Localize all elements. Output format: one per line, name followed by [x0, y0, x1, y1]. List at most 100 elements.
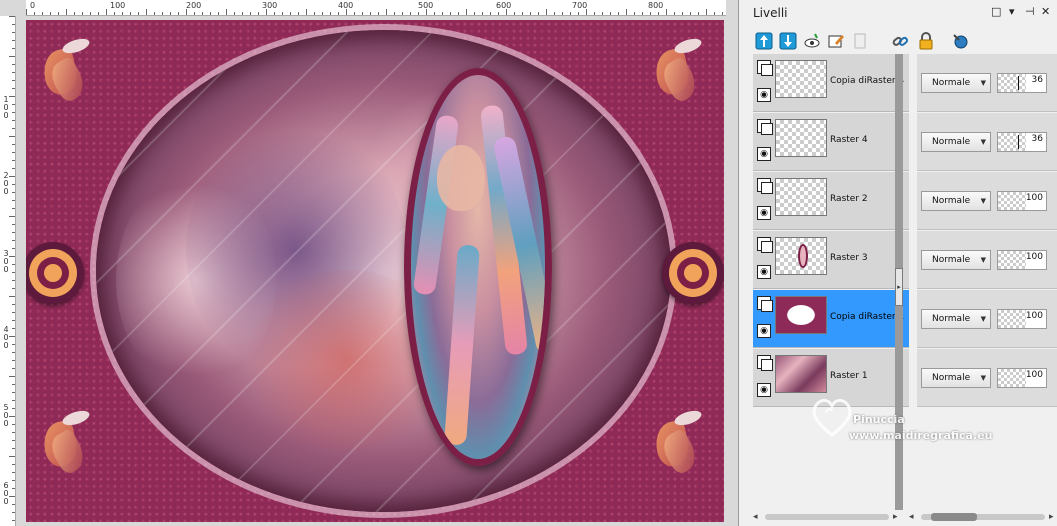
- canvas-area[interactable]: 0 100 200 300 400 500 600 700 800 1 0 02 0 03 0 …: [0, 0, 738, 526]
- blend-mode-select[interactable]: Normale ▼: [921, 309, 991, 329]
- layer-row-header[interactable]: ◉ Copia diRaster 1: [753, 290, 909, 348]
- chevron-down-icon[interactable]: ▼: [981, 192, 986, 210]
- opacity-slider-handle[interactable]: [1018, 76, 1019, 90]
- scrollbar-thumb[interactable]: [931, 513, 977, 521]
- blend-mode-select[interactable]: Normale ▼: [921, 368, 991, 388]
- opacity-slider[interactable]: 36: [997, 73, 1047, 93]
- float-panel-button[interactable]: □: [991, 6, 1001, 18]
- ruler-tick: [12, 48, 15, 49]
- layer-row[interactable]: ◉ Raster 4 Normale ▼ 36: [753, 113, 1057, 172]
- layer-thumbnail[interactable]: [775, 60, 827, 98]
- layer-row[interactable]: ◉ Copia diRaster 1 Normale ▼ 100: [753, 290, 1057, 349]
- splitter-handle[interactable]: ▸: [895, 268, 903, 306]
- opacity-slider[interactable]: 100: [997, 309, 1047, 329]
- blend-mode-select[interactable]: Normale ▼: [921, 191, 991, 211]
- disabled-layer-icon[interactable]: [849, 30, 871, 52]
- edit-layer-icon[interactable]: [825, 30, 847, 52]
- layer-row[interactable]: ◉ Copia diRaster 4 Normale ▼ 36: [753, 54, 1057, 113]
- visibility-eye-icon[interactable]: ◉: [757, 147, 771, 161]
- view-layer-icon[interactable]: [801, 30, 823, 52]
- ruler-tick: [74, 12, 75, 15]
- layer-thumbnail[interactable]: [775, 119, 827, 157]
- layer-row-header[interactable]: ◉ Copia diRaster 4: [753, 54, 909, 112]
- layer-name[interactable]: Raster 1: [830, 371, 868, 381]
- layer-up-icon[interactable]: [753, 30, 775, 52]
- layer-thumbnail[interactable]: [775, 178, 827, 216]
- blend-mode-value: Normale: [932, 255, 971, 265]
- opacity-slider[interactable]: 36: [997, 132, 1047, 152]
- pin-panel-button[interactable]: ⊣: [1025, 6, 1035, 18]
- ruler-tick: [298, 12, 299, 15]
- layer-properties-icon[interactable]: [949, 30, 971, 52]
- scroll-left-arrow-icon[interactable]: ◂: [909, 510, 914, 524]
- scrollbar-track[interactable]: [765, 514, 889, 520]
- close-panel-button[interactable]: ✕: [1041, 6, 1050, 18]
- blend-mode-select[interactable]: Normale ▼: [921, 132, 991, 152]
- layer-thumbnail[interactable]: [775, 355, 827, 393]
- ruler-tick: [698, 12, 699, 15]
- scroll-right-arrow-icon[interactable]: ▸: [893, 510, 898, 524]
- layer-group-icon[interactable]: [757, 296, 773, 312]
- ring-dot: [44, 264, 62, 282]
- visibility-eye-icon[interactable]: ◉: [757, 265, 771, 279]
- blend-mode-select[interactable]: Normale ▼: [921, 250, 991, 270]
- butterfly-feather: [60, 35, 92, 57]
- chevron-down-icon[interactable]: ▼: [981, 369, 986, 387]
- layer-name[interactable]: Raster 3: [830, 253, 868, 263]
- ruler-tick: [9, 16, 15, 17]
- opacity-slider-handle[interactable]: [1018, 135, 1019, 149]
- visibility-eye-icon[interactable]: ◉: [757, 88, 771, 102]
- layer-thumbnail[interactable]: [775, 296, 827, 334]
- layer-name[interactable]: Raster 4: [830, 135, 868, 145]
- ruler-left[interactable]: 1 0 02 0 03 0 04 0 05 0 06 0 0: [0, 16, 16, 526]
- document-image[interactable]: [26, 20, 724, 522]
- opacity-slider[interactable]: 100: [997, 368, 1047, 388]
- layer-name[interactable]: Copia diRaster 4: [830, 76, 904, 86]
- layer-group-icon[interactable]: [757, 178, 773, 194]
- chevron-down-icon[interactable]: ▼: [981, 251, 986, 269]
- scroll-left-arrow-icon[interactable]: ◂: [753, 510, 758, 524]
- layer-name[interactable]: Raster 2: [830, 194, 868, 204]
- chevron-down-icon[interactable]: ▼: [981, 310, 986, 328]
- opacity-preview: [998, 369, 1026, 387]
- layer-row[interactable]: ◉ Raster 3 Normale ▼ 100: [753, 231, 1057, 290]
- ring-dot: [684, 264, 702, 282]
- layer-names-scrollbar[interactable]: ◂ ▸: [753, 510, 903, 524]
- visibility-eye-icon[interactable]: ◉: [757, 383, 771, 397]
- lock-icon[interactable]: [915, 30, 937, 52]
- layer-row-header[interactable]: ◉ Raster 2: [753, 172, 909, 230]
- opacity-preview: [998, 251, 1026, 269]
- layer-down-icon[interactable]: [777, 30, 799, 52]
- opacity-slider[interactable]: 100: [997, 191, 1047, 211]
- opacity-slider[interactable]: 100: [997, 250, 1047, 270]
- blend-mode-select[interactable]: Normale ▼: [921, 73, 991, 93]
- layer-group-icon[interactable]: [757, 60, 773, 76]
- ruler-tick: [162, 12, 163, 15]
- scroll-right-arrow-icon[interactable]: ▸: [1049, 510, 1054, 524]
- ruler-tick: [538, 12, 539, 15]
- ruler-tick: [474, 12, 475, 15]
- panel-titlebar[interactable]: Livelli □ ▾ ⊣ ✕: [739, 0, 1057, 26]
- visibility-eye-icon[interactable]: ◉: [757, 324, 771, 338]
- layer-name[interactable]: Copia diRaster 1: [830, 312, 904, 322]
- layer-row-header[interactable]: ◉ Raster 4: [753, 113, 909, 171]
- ruler-tick: [12, 272, 15, 273]
- ruler-tick: [12, 264, 15, 265]
- layer-group-icon[interactable]: [757, 237, 773, 253]
- layer-thumbnail[interactable]: [775, 237, 827, 275]
- layer-row[interactable]: ◉ Raster 2 Normale ▼ 100: [753, 172, 1057, 231]
- ruler-tick: [12, 120, 15, 121]
- chevron-down-icon[interactable]: ▼: [981, 74, 986, 92]
- ruler-top[interactable]: 0 100 200 300 400 500 600 700 800: [26, 0, 726, 16]
- layer-row-header[interactable]: ◉ Raster 3: [753, 231, 909, 289]
- ruler-tick: [12, 104, 15, 105]
- visibility-eye-icon[interactable]: ◉: [757, 206, 771, 220]
- panel-menu-button[interactable]: ▾: [1009, 6, 1015, 18]
- layer-group-icon[interactable]: [757, 355, 773, 371]
- link-icon[interactable]: [889, 30, 911, 52]
- chevron-down-icon[interactable]: ▼: [981, 133, 986, 151]
- layer-group-icon[interactable]: [757, 119, 773, 135]
- ruler-tick: [12, 232, 15, 233]
- layer-properties-scrollbar[interactable]: ◂ ▸: [909, 510, 1057, 524]
- ruler-left-label: 1 0 0: [3, 95, 9, 120]
